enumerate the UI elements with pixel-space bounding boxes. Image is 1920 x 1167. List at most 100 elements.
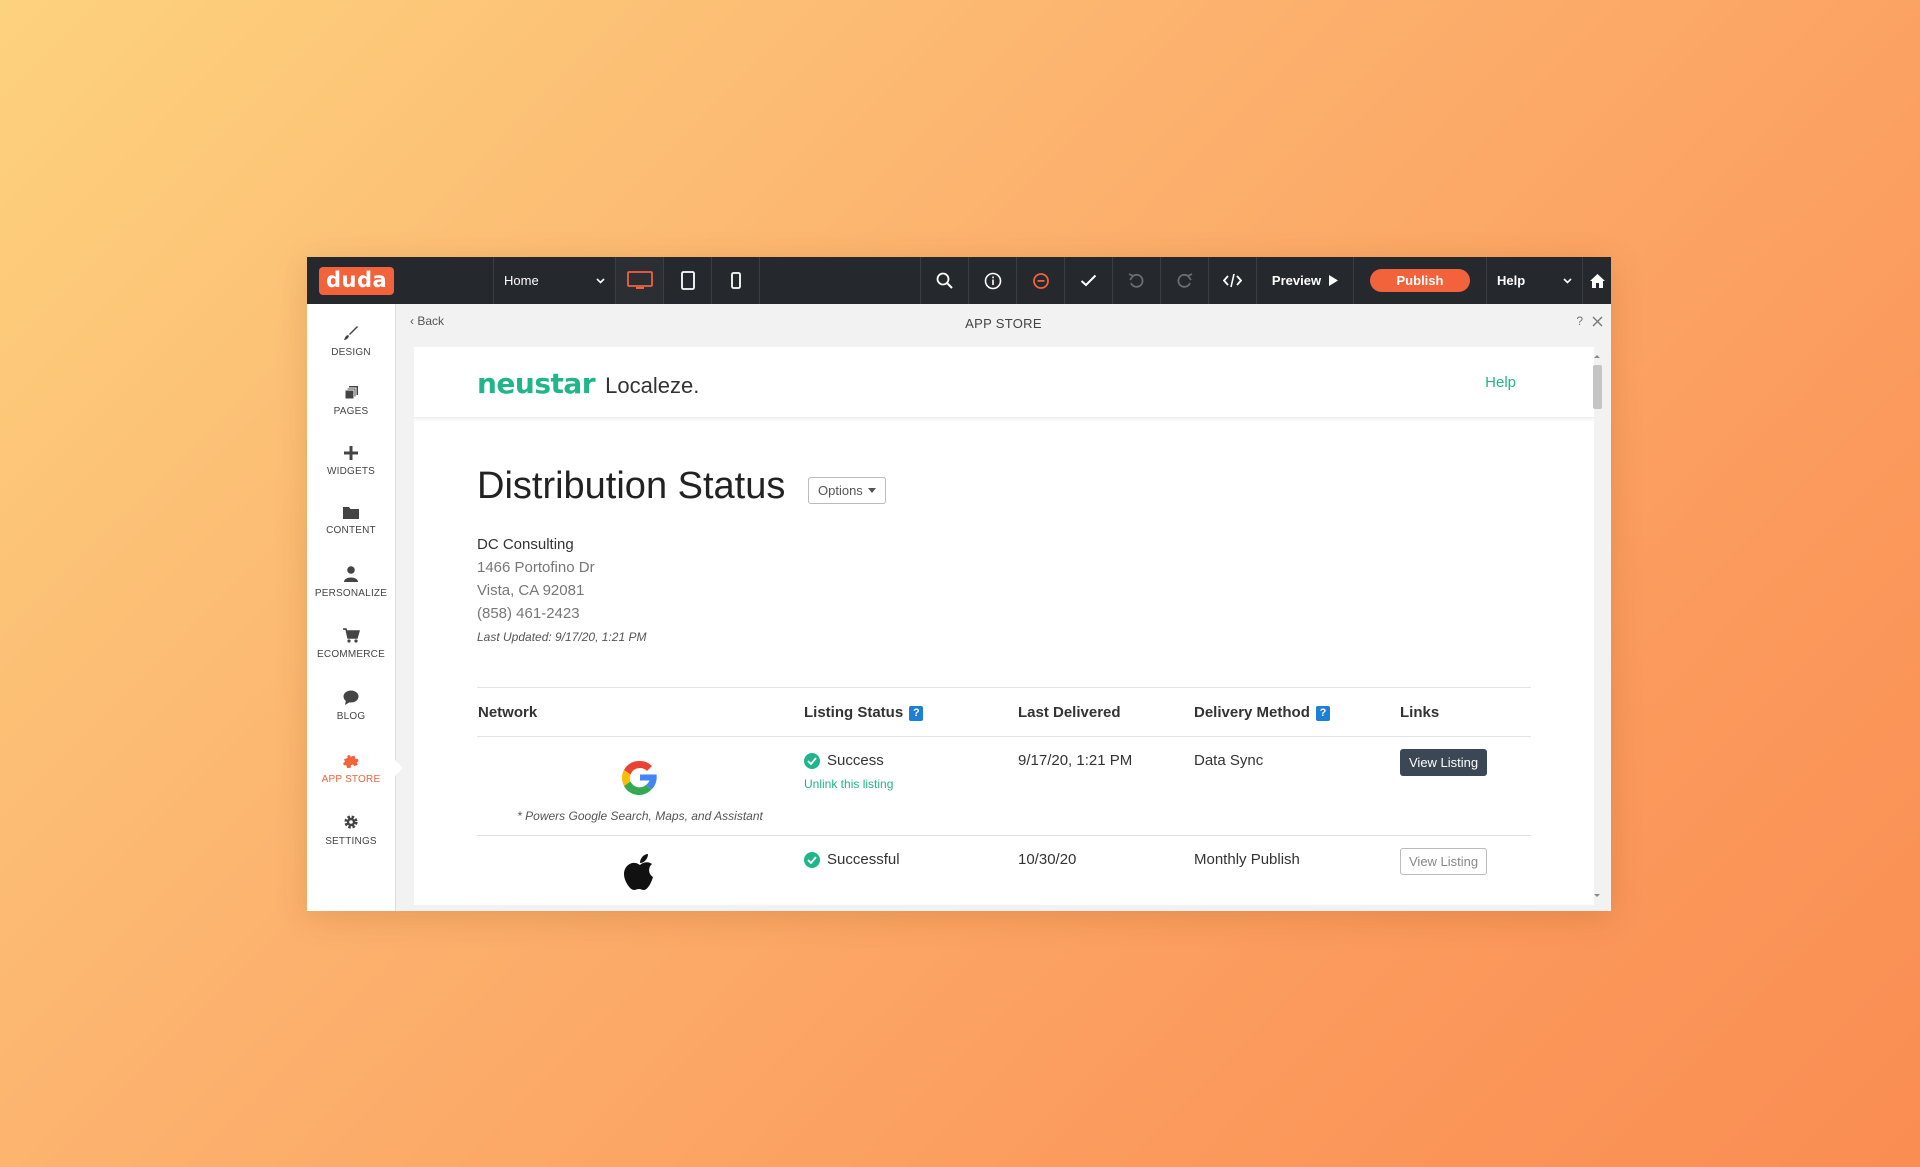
sidebar-item-personalize[interactable]: PERSONALIZE (307, 553, 395, 611)
delivery-method-cell: Monthly Publish (1193, 835, 1399, 905)
preview-button[interactable]: Preview (1256, 257, 1353, 304)
logo-cell: duda (307, 257, 494, 304)
business-address: DC Consulting 1466 Portofino Dr Vista, C… (477, 533, 646, 647)
save-check-button[interactable] (1064, 257, 1112, 304)
sidebar-item-blog[interactable]: BLOG (307, 677, 395, 735)
status-text: Success (827, 752, 884, 769)
folder-icon (343, 507, 359, 519)
delivery-method-cell: Data Sync (1193, 736, 1399, 836)
home-icon (1589, 273, 1605, 288)
play-icon (1329, 275, 1339, 286)
network-cell: * Powers Google Search, Maps, and Assist… (477, 736, 803, 836)
puzzle-icon (343, 754, 359, 768)
help-dropdown[interactable]: Help (1486, 257, 1582, 304)
page-select-dropdown[interactable]: Home (494, 257, 616, 304)
sidebar-item-pages[interactable]: PAGES (307, 372, 395, 430)
top-toolbar: duda Home Preview Publish Help (307, 257, 1611, 304)
publish-button[interactable]: Publish (1370, 269, 1470, 292)
business-name: DC Consulting (477, 536, 574, 553)
sidebar-item-app-store[interactable]: APP STORE (307, 739, 395, 797)
chevron-down-icon (596, 277, 605, 284)
sidebar-item-widgets[interactable]: WIDGETS (307, 432, 395, 490)
header-links: Links (1399, 687, 1531, 737)
sidebar-item-settings[interactable]: SETTINGS (307, 801, 395, 859)
active-item-pointer (395, 760, 403, 776)
sidebar-item-label: SETTINGS (325, 835, 377, 847)
mobile-icon (730, 272, 741, 289)
options-label: Options (818, 483, 863, 498)
code-icon (1223, 273, 1242, 288)
close-icon[interactable] (1592, 316, 1603, 327)
mobile-view-button[interactable] (712, 257, 760, 304)
code-button[interactable] (1208, 257, 1256, 304)
person-icon (344, 565, 358, 582)
left-sidebar: DESIGN PAGES WIDGETS CONTENT PERSONALIZE… (307, 304, 403, 911)
business-phone: (858) 461-2423 (477, 605, 580, 622)
redo-button[interactable] (1160, 257, 1208, 304)
caret-down-icon (867, 488, 876, 493)
search-button[interactable] (920, 257, 968, 304)
sidebar-item-content[interactable]: CONTENT (307, 492, 395, 550)
editor-window: duda Home Preview Publish Help DESIGN PA… (307, 257, 1611, 911)
sidebar-item-label: PAGES (333, 406, 369, 417)
tablet-view-button[interactable] (664, 257, 712, 304)
help-question-icon[interactable]: ? (1576, 314, 1583, 328)
last-delivered-cell: 10/30/20 (1017, 835, 1193, 905)
business-city: Vista, CA 92081 (477, 582, 585, 599)
pages-icon (344, 386, 358, 400)
header-listing-status: Listing Status ? (803, 687, 1017, 737)
comment-icon (1032, 272, 1049, 289)
publish-cell: Publish (1353, 257, 1486, 304)
info-button[interactable] (968, 257, 1016, 304)
sidebar-item-ecommerce[interactable]: ECOMMERCE (307, 615, 395, 673)
table-row: * Powers Google Search, Maps, and Assist… (477, 736, 1531, 836)
help-badge-icon[interactable]: ? (1316, 705, 1331, 721)
app-panel-header: ‹ Back APP STORE ? (396, 304, 1611, 341)
check-icon (1080, 274, 1097, 287)
options-dropdown[interactable]: Options (808, 477, 886, 504)
scrollbar-thumb[interactable] (1593, 365, 1602, 409)
help-badge-icon[interactable]: ? (909, 705, 924, 721)
content-scrollbar[interactable] (1591, 353, 1603, 899)
scroll-up-icon[interactable] (1591, 353, 1603, 359)
business-street: 1466 Portofino Dr (477, 559, 595, 576)
app-content: neustar Localeze. Help Distribution Stat… (414, 347, 1594, 905)
unlink-listing-link[interactable]: Unlink this listing (804, 777, 1016, 791)
panel-controls: ? (1576, 314, 1603, 328)
help-label: Help (1497, 273, 1526, 288)
sidebar-item-label: APP STORE (321, 773, 381, 785)
brand-header: neustar Localeze. Help (414, 347, 1594, 418)
google-logo-icon (622, 760, 657, 795)
apple-logo-icon (624, 854, 653, 890)
plus-icon (344, 445, 358, 460)
home-button[interactable] (1582, 257, 1611, 304)
desktop-view-button[interactable] (616, 257, 664, 304)
brand-help-link[interactable]: Help (1485, 374, 1516, 391)
table-header-row: Network Listing Status ? Last Delivered … (477, 687, 1531, 737)
sidebar-item-label: CONTENT (326, 525, 376, 536)
sidebar-item-label: WIDGETS (326, 465, 376, 477)
sidebar-item-design[interactable]: DESIGN (307, 312, 395, 370)
redo-icon (1177, 273, 1193, 288)
neustar-localeze-logo: neustar Localeze. (477, 367, 699, 400)
undo-button[interactable] (1112, 257, 1160, 304)
status-badge: Success (804, 752, 1016, 769)
header-last-delivered: Last Delivered (1017, 687, 1193, 737)
comments-button[interactable] (1016, 257, 1064, 304)
sidebar-item-label: PERSONALIZE (314, 587, 388, 599)
network-cell (477, 835, 803, 905)
chat-bubble-icon (343, 690, 359, 705)
view-listing-button[interactable]: View Listing (1400, 848, 1488, 875)
info-icon (984, 272, 1001, 289)
last-delivered-cell: 9/17/20, 1:21 PM (1017, 736, 1193, 836)
page-title: Distribution Status (477, 465, 786, 507)
table-row: Successful 10/30/20 Monthly Publish View… (477, 835, 1531, 905)
duda-logo[interactable]: duda (319, 266, 395, 295)
status-cell: Success Unlink this listing (803, 736, 1017, 836)
header-delivery-method-label: Delivery Method (1194, 703, 1310, 721)
gear-icon (344, 814, 358, 829)
view-listing-button[interactable]: View Listing (1400, 749, 1488, 776)
panel-title: APP STORE (965, 316, 1042, 331)
scroll-down-icon[interactable] (1591, 893, 1603, 899)
